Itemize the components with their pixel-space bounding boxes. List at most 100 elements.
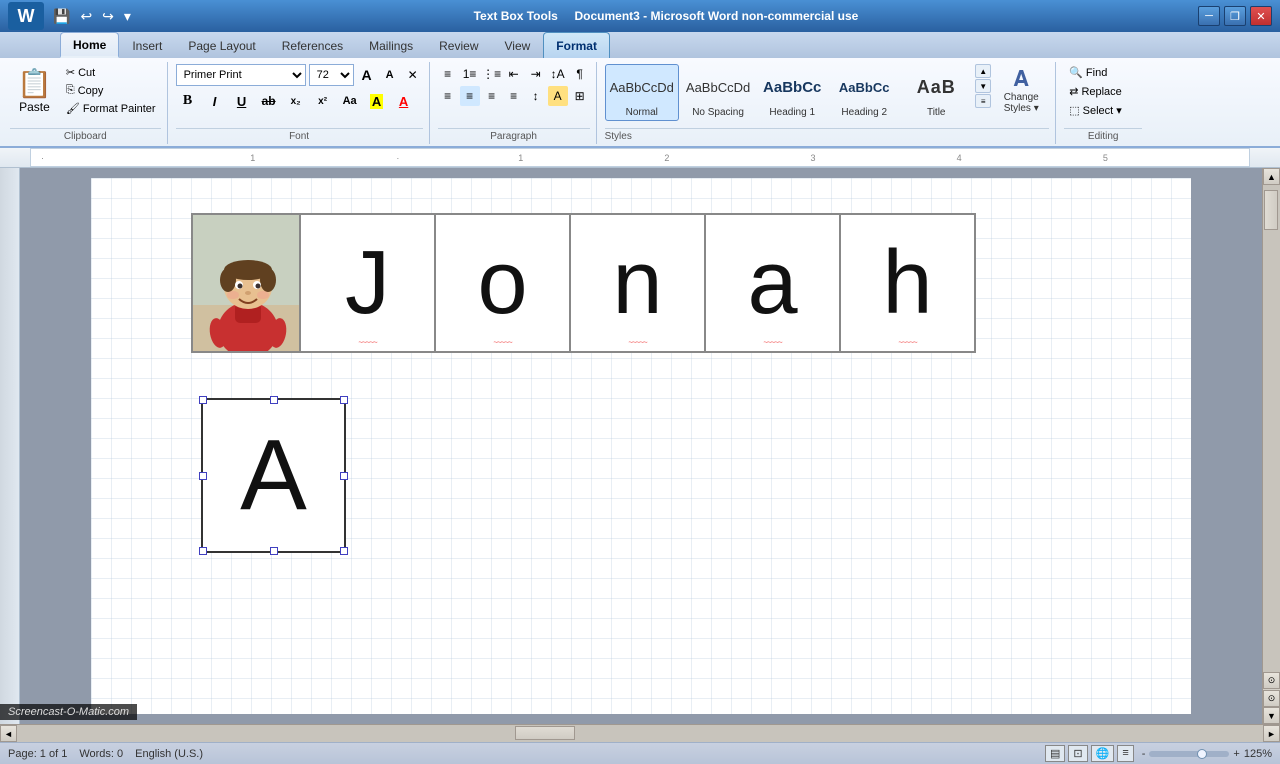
tab-mailings[interactable]: Mailings	[356, 32, 426, 58]
handle-top-right[interactable]	[340, 396, 348, 404]
change-styles-button[interactable]: 𝐀 ChangeStyles ▾	[993, 64, 1049, 116]
scroll-thumb[interactable]	[1264, 190, 1278, 230]
bold-button[interactable]: B	[176, 90, 200, 112]
selected-text-box[interactable]: A	[201, 398, 346, 553]
styles-scroll-down[interactable]: ▼	[975, 79, 991, 93]
tab-page-layout[interactable]: Page Layout	[175, 32, 268, 58]
underline-button[interactable]: U	[230, 90, 254, 112]
style-normal[interactable]: AaBbCcDd Normal	[605, 64, 679, 121]
line-spacing-button[interactable]: ↕	[526, 86, 546, 106]
clipboard-group-content: 📋 Paste ✂ Cut ⎘ Copy 🖌 Format Painter	[10, 62, 161, 128]
font-size-select[interactable]: 72	[309, 64, 354, 86]
scroll-next-page[interactable]: ⊙	[1263, 690, 1280, 707]
handle-bottom-middle[interactable]	[270, 547, 278, 555]
font-group-label: Font	[176, 128, 423, 144]
borders-button[interactable]: ⊞	[570, 86, 590, 106]
zoom-out-button[interactable]: -	[1142, 748, 1146, 760]
style-title[interactable]: AaB Title	[901, 64, 971, 121]
tab-references[interactable]: References	[269, 32, 356, 58]
tab-format[interactable]: Format	[543, 32, 610, 58]
scroll-left-button[interactable]: ◄	[0, 725, 17, 742]
restore-button[interactable]: ❐	[1224, 6, 1246, 26]
handle-middle-right[interactable]	[340, 472, 348, 480]
highlight-color-button[interactable]: A	[365, 90, 389, 112]
outline-view[interactable]: ≡	[1117, 745, 1133, 762]
letter-tile-J: J	[301, 213, 436, 353]
copy-button[interactable]: ⎘ Copy	[61, 82, 161, 99]
strikethrough-button[interactable]: ab	[257, 90, 281, 112]
replace-button[interactable]: ⇄ Replace	[1064, 83, 1127, 100]
left-ruler	[0, 168, 20, 724]
scroll-prev-page[interactable]: ⊙	[1263, 672, 1280, 689]
minimize-button[interactable]: ─	[1198, 6, 1220, 26]
zoom-control: - + 125%	[1142, 748, 1272, 760]
change-case-button[interactable]: Aa	[338, 90, 362, 112]
clear-format-button[interactable]: ✕	[403, 65, 423, 85]
find-button[interactable]: 🔍 Find	[1064, 64, 1112, 81]
increase-indent-button[interactable]: ⇥	[526, 64, 546, 84]
zoom-in-button[interactable]: +	[1233, 748, 1239, 760]
superscript-button[interactable]: x²	[311, 90, 335, 112]
tab-home[interactable]: Home	[60, 32, 119, 58]
tab-view[interactable]: View	[492, 32, 544, 58]
h-scroll-thumb[interactable]	[515, 726, 575, 740]
handle-top-left[interactable]	[199, 396, 207, 404]
tab-insert[interactable]: Insert	[119, 32, 175, 58]
style-no-spacing-preview: AaBbCcDd	[686, 67, 750, 107]
font-group-content: Primer Print 72 A A ✕ B I U ab x₂ x²	[176, 62, 423, 128]
scroll-up-button[interactable]: ▲	[1263, 168, 1280, 185]
sort-button[interactable]: ↕A	[548, 64, 568, 84]
style-no-spacing[interactable]: AaBbCcDd No Spacing	[681, 64, 755, 121]
scroll-right-button[interactable]: ►	[1263, 725, 1280, 742]
document-area[interactable]: J o n a h A	[20, 168, 1262, 724]
document[interactable]: J o n a h A	[91, 178, 1191, 714]
show-formatting-button[interactable]: ¶	[570, 64, 590, 84]
numbering-button[interactable]: 1≡	[460, 64, 480, 84]
font-name-select[interactable]: Primer Print	[176, 64, 306, 86]
grow-font-button[interactable]: A	[357, 65, 377, 85]
ruler: · 1 · 1 2 3 4 5	[0, 148, 1280, 168]
bottom-scrollbar: ◄ ►	[0, 724, 1280, 742]
select-icon: ⬚	[1069, 104, 1079, 117]
h-scroll-track[interactable]	[17, 725, 1263, 742]
multilevel-list-button[interactable]: ⋮≡	[482, 64, 502, 84]
handle-bottom-right[interactable]	[340, 547, 348, 555]
undo-button[interactable]: ↩	[77, 6, 95, 27]
tab-review[interactable]: Review	[426, 32, 491, 58]
shading-button[interactable]: A	[548, 86, 568, 106]
zoom-slider[interactable]	[1149, 751, 1229, 757]
font-color-button[interactable]: A	[392, 90, 416, 112]
subscript-button[interactable]: x₂	[284, 90, 308, 112]
child-photo	[193, 215, 301, 353]
align-right-button[interactable]: ≡	[482, 86, 502, 106]
bullets-button[interactable]: ≡	[438, 64, 458, 84]
handle-top-middle[interactable]	[270, 396, 278, 404]
close-button[interactable]: ✕	[1250, 6, 1272, 26]
scroll-down-button[interactable]: ▼	[1263, 707, 1280, 724]
title-bar-left: W 💾 ↩ ↪ ▾	[8, 2, 134, 30]
print-layout-view[interactable]: ▤	[1045, 745, 1065, 762]
italic-button[interactable]: I	[203, 90, 227, 112]
web-layout-view[interactable]: 🌐	[1091, 745, 1115, 762]
decrease-indent-button[interactable]: ⇤	[504, 64, 524, 84]
cut-button[interactable]: ✂ Cut	[61, 64, 161, 81]
paste-button[interactable]: 📋 Paste	[10, 64, 59, 117]
clipboard-small-buttons: ✂ Cut ⎘ Copy 🖌 Format Painter	[61, 64, 161, 117]
handle-bottom-left[interactable]	[199, 547, 207, 555]
quick-access-more-button[interactable]: ▾	[121, 6, 134, 27]
select-button[interactable]: ⬚ Select ▾	[1064, 102, 1127, 119]
styles-scroll-up[interactable]: ▲	[975, 64, 991, 78]
styles-expand[interactable]: ≡	[975, 94, 991, 108]
redo-button[interactable]: ↪	[99, 6, 117, 27]
format-painter-button[interactable]: 🖌 Format Painter	[61, 100, 161, 117]
handle-middle-left[interactable]	[199, 472, 207, 480]
scroll-track[interactable]	[1263, 185, 1280, 672]
style-heading1[interactable]: AaBbCc Heading 1	[757, 64, 827, 121]
style-heading2[interactable]: AaBbCc Heading 2	[829, 64, 899, 121]
justify-button[interactable]: ≡	[504, 86, 524, 106]
shrink-font-button[interactable]: A	[380, 65, 400, 85]
save-button[interactable]: 💾	[50, 6, 73, 27]
align-center-button[interactable]: ≡	[460, 86, 480, 106]
align-left-button[interactable]: ≡	[438, 86, 458, 106]
full-screen-view[interactable]: ⊡	[1068, 745, 1087, 762]
